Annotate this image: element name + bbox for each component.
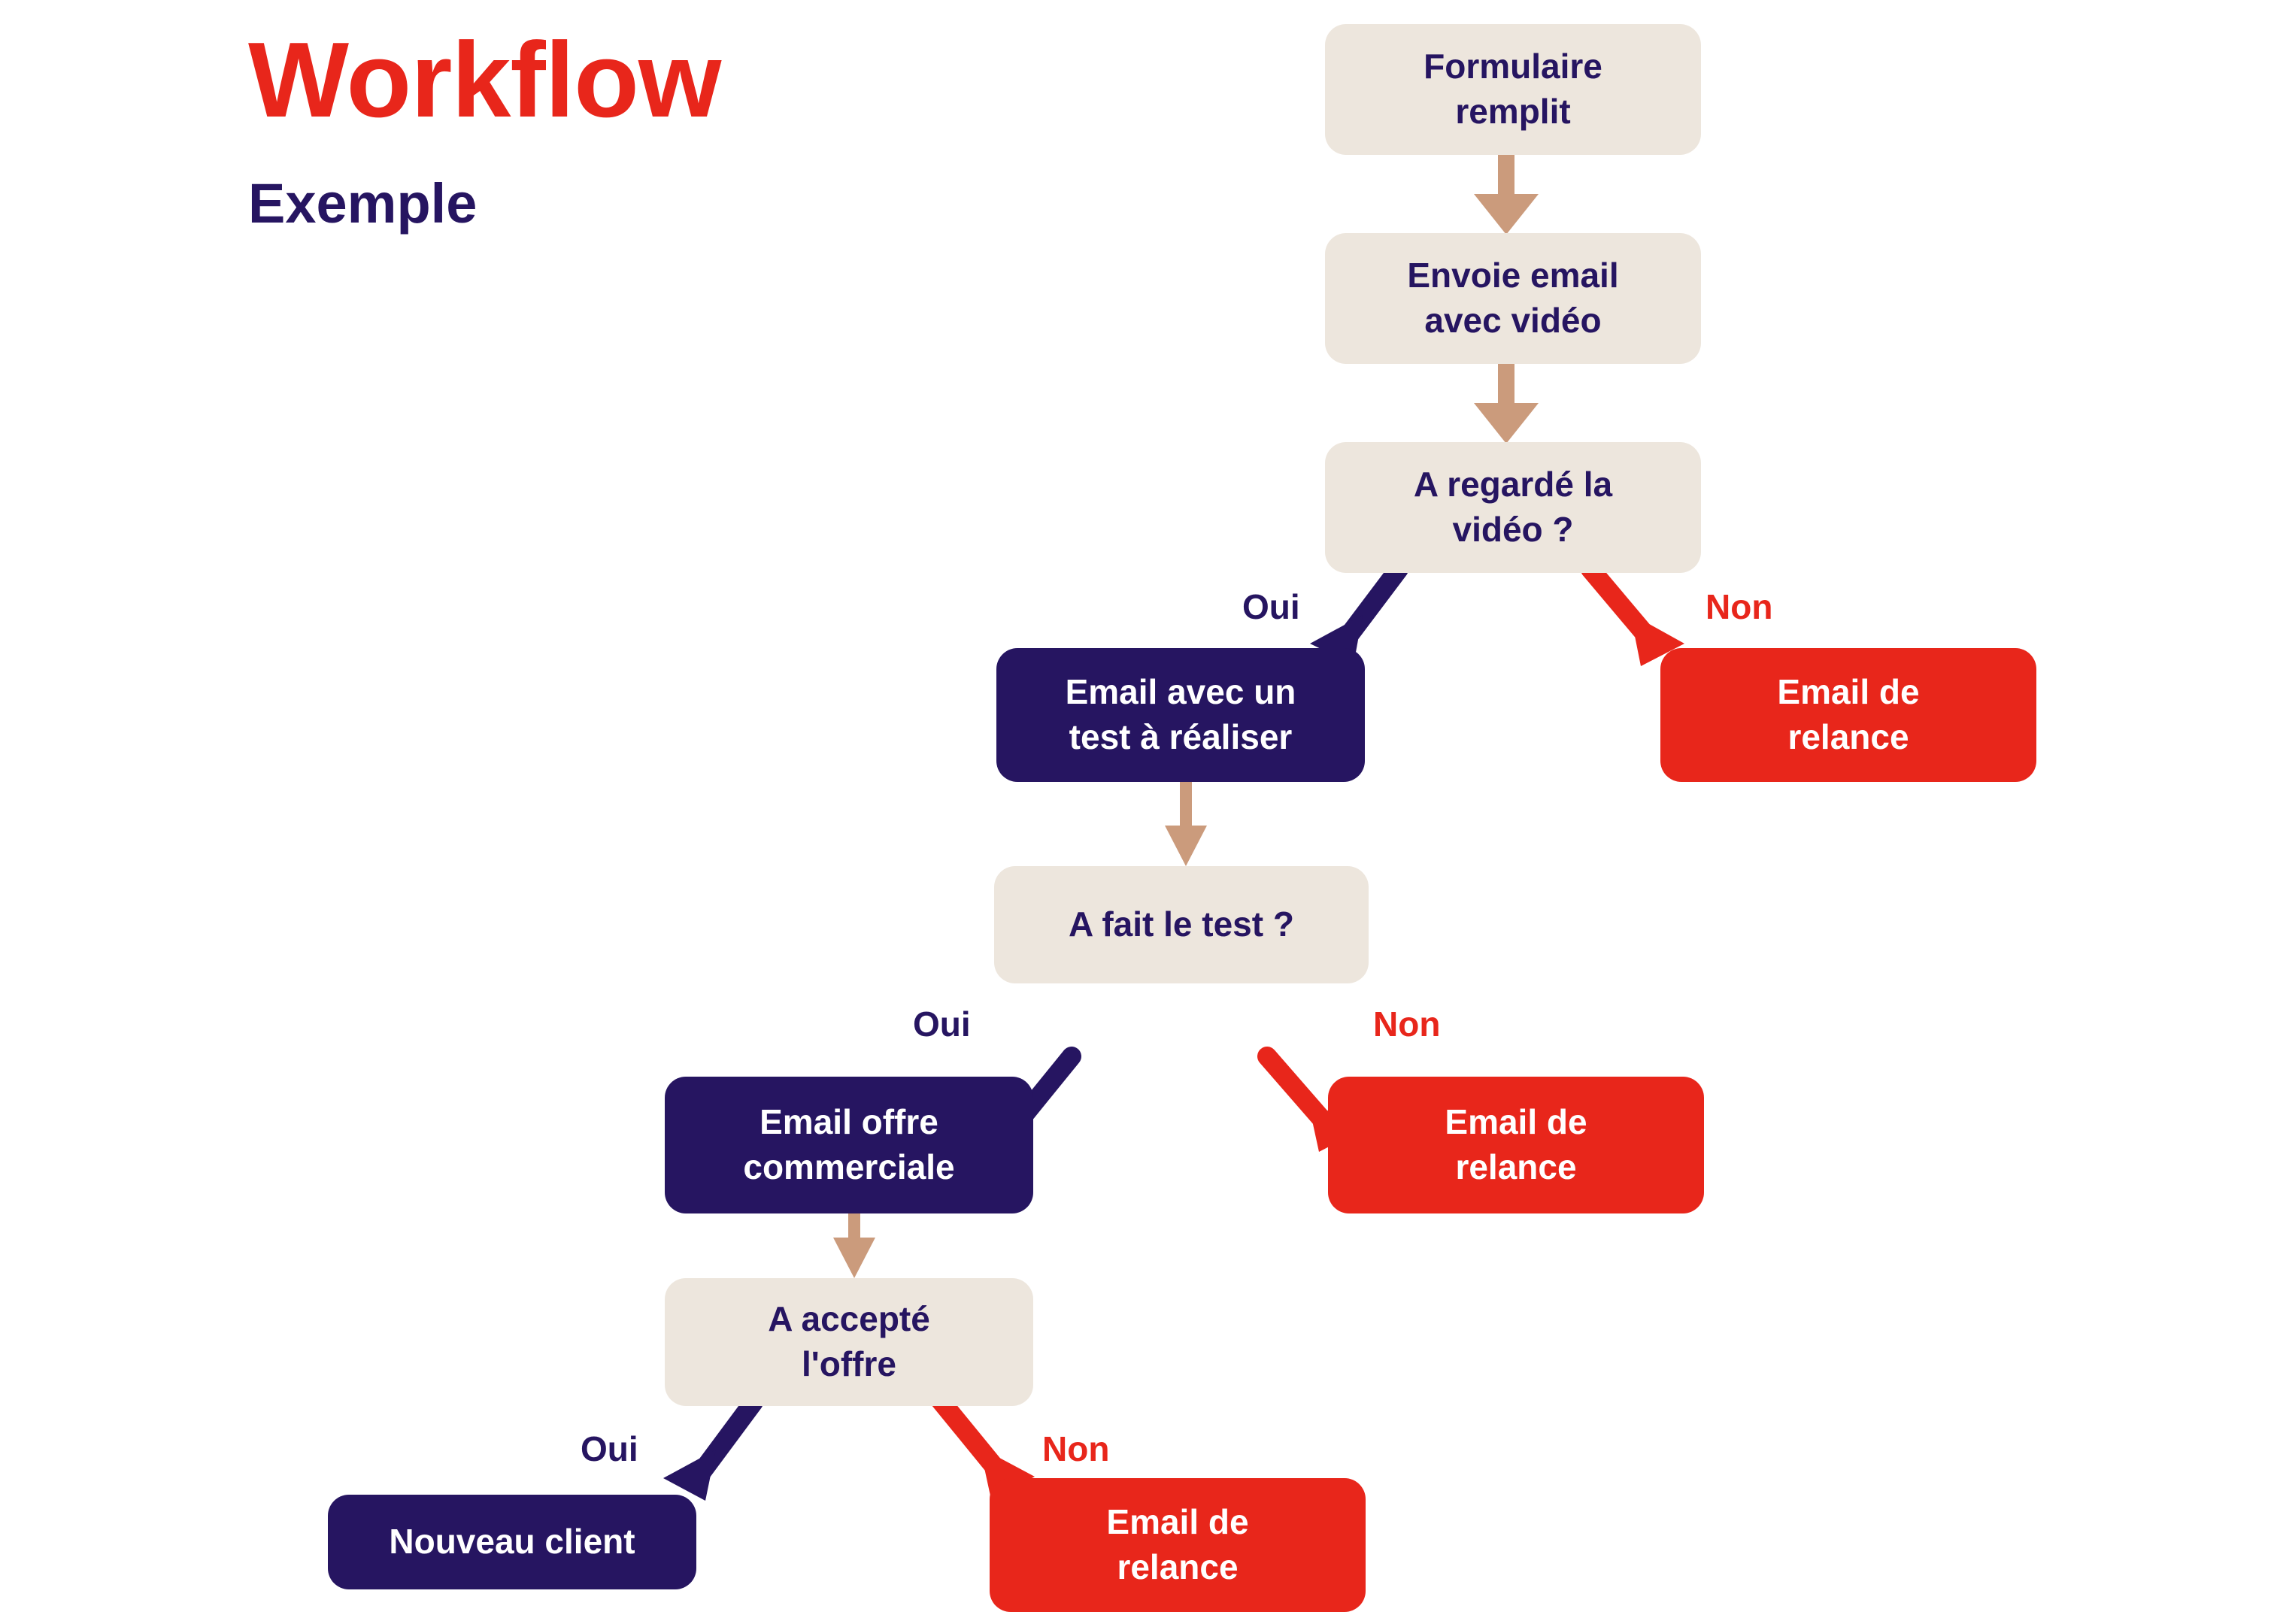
edge-label-fait-test-yes: Oui xyxy=(913,1004,971,1044)
node-email-de-relance-3[interactable]: Email de relance xyxy=(990,1478,1366,1612)
node-formulaire-remplit[interactable]: Formulaire remplit xyxy=(1325,24,1701,155)
node-label: A fait le test ? xyxy=(1069,904,1294,944)
edge-label-accepte-yes: Oui xyxy=(581,1429,638,1468)
arrow-envoie-to-regarde xyxy=(1474,363,1539,444)
connector-layer xyxy=(663,154,1684,1501)
edge-label-accepte-no: Non xyxy=(1042,1429,1110,1468)
title-block: Workflow Exemple xyxy=(248,27,925,232)
node-email-avec-un-test-a-realiser[interactable]: Email avec un test à réaliser xyxy=(996,648,1365,782)
arrow-email-test-to-fait-test xyxy=(1165,782,1207,866)
node-label: A regardé la vidéo ? xyxy=(1413,465,1613,549)
node-label: Formulaire remplit xyxy=(1424,47,1602,131)
workflow-diagram-canvas: Workflow Exemple Formulaire remplit Envo… xyxy=(0,0,2274,1624)
node-a-regarde-la-video[interactable]: A regardé la vidéo ? xyxy=(1325,442,1701,573)
node-envoie-email-avec-video[interactable]: Envoie email avec vidéo xyxy=(1325,233,1701,364)
node-label: Nouveau client xyxy=(389,1522,635,1562)
node-label: Email de relance xyxy=(1106,1502,1249,1586)
page-title: Workflow xyxy=(248,20,721,140)
edge-label-regarde-yes: Oui xyxy=(1242,587,1300,626)
node-nouveau-client[interactable]: Nouveau client xyxy=(328,1495,696,1589)
node-label: Email offre commerciale xyxy=(743,1102,955,1186)
arrow-accepte-yes-to-nouveau-client xyxy=(663,1392,763,1501)
page-subtitle: Exemple xyxy=(248,172,478,235)
node-label: A accepté l'offre xyxy=(768,1299,930,1383)
node-a-fait-le-test[interactable]: A fait le test ? xyxy=(994,866,1369,983)
node-a-accepte-l-offre[interactable]: A accepté l'offre xyxy=(665,1278,1033,1406)
node-label: Email avec un test à réaliser xyxy=(1065,672,1296,756)
arrow-formulaire-to-envoie xyxy=(1474,154,1539,235)
node-email-offre-commerciale[interactable]: Email offre commerciale xyxy=(665,1077,1033,1213)
node-label: Email de relance xyxy=(1777,672,1920,756)
edge-label-regarde-no: Non xyxy=(1706,587,1773,626)
edge-label-fait-test-no: Non xyxy=(1373,1004,1441,1044)
node-label: Email de relance xyxy=(1445,1102,1587,1186)
node-email-de-relance-1[interactable]: Email de relance xyxy=(1660,648,2036,782)
node-email-de-relance-2[interactable]: Email de relance xyxy=(1328,1077,1704,1213)
node-label: Envoie email avec vidéo xyxy=(1407,256,1619,340)
